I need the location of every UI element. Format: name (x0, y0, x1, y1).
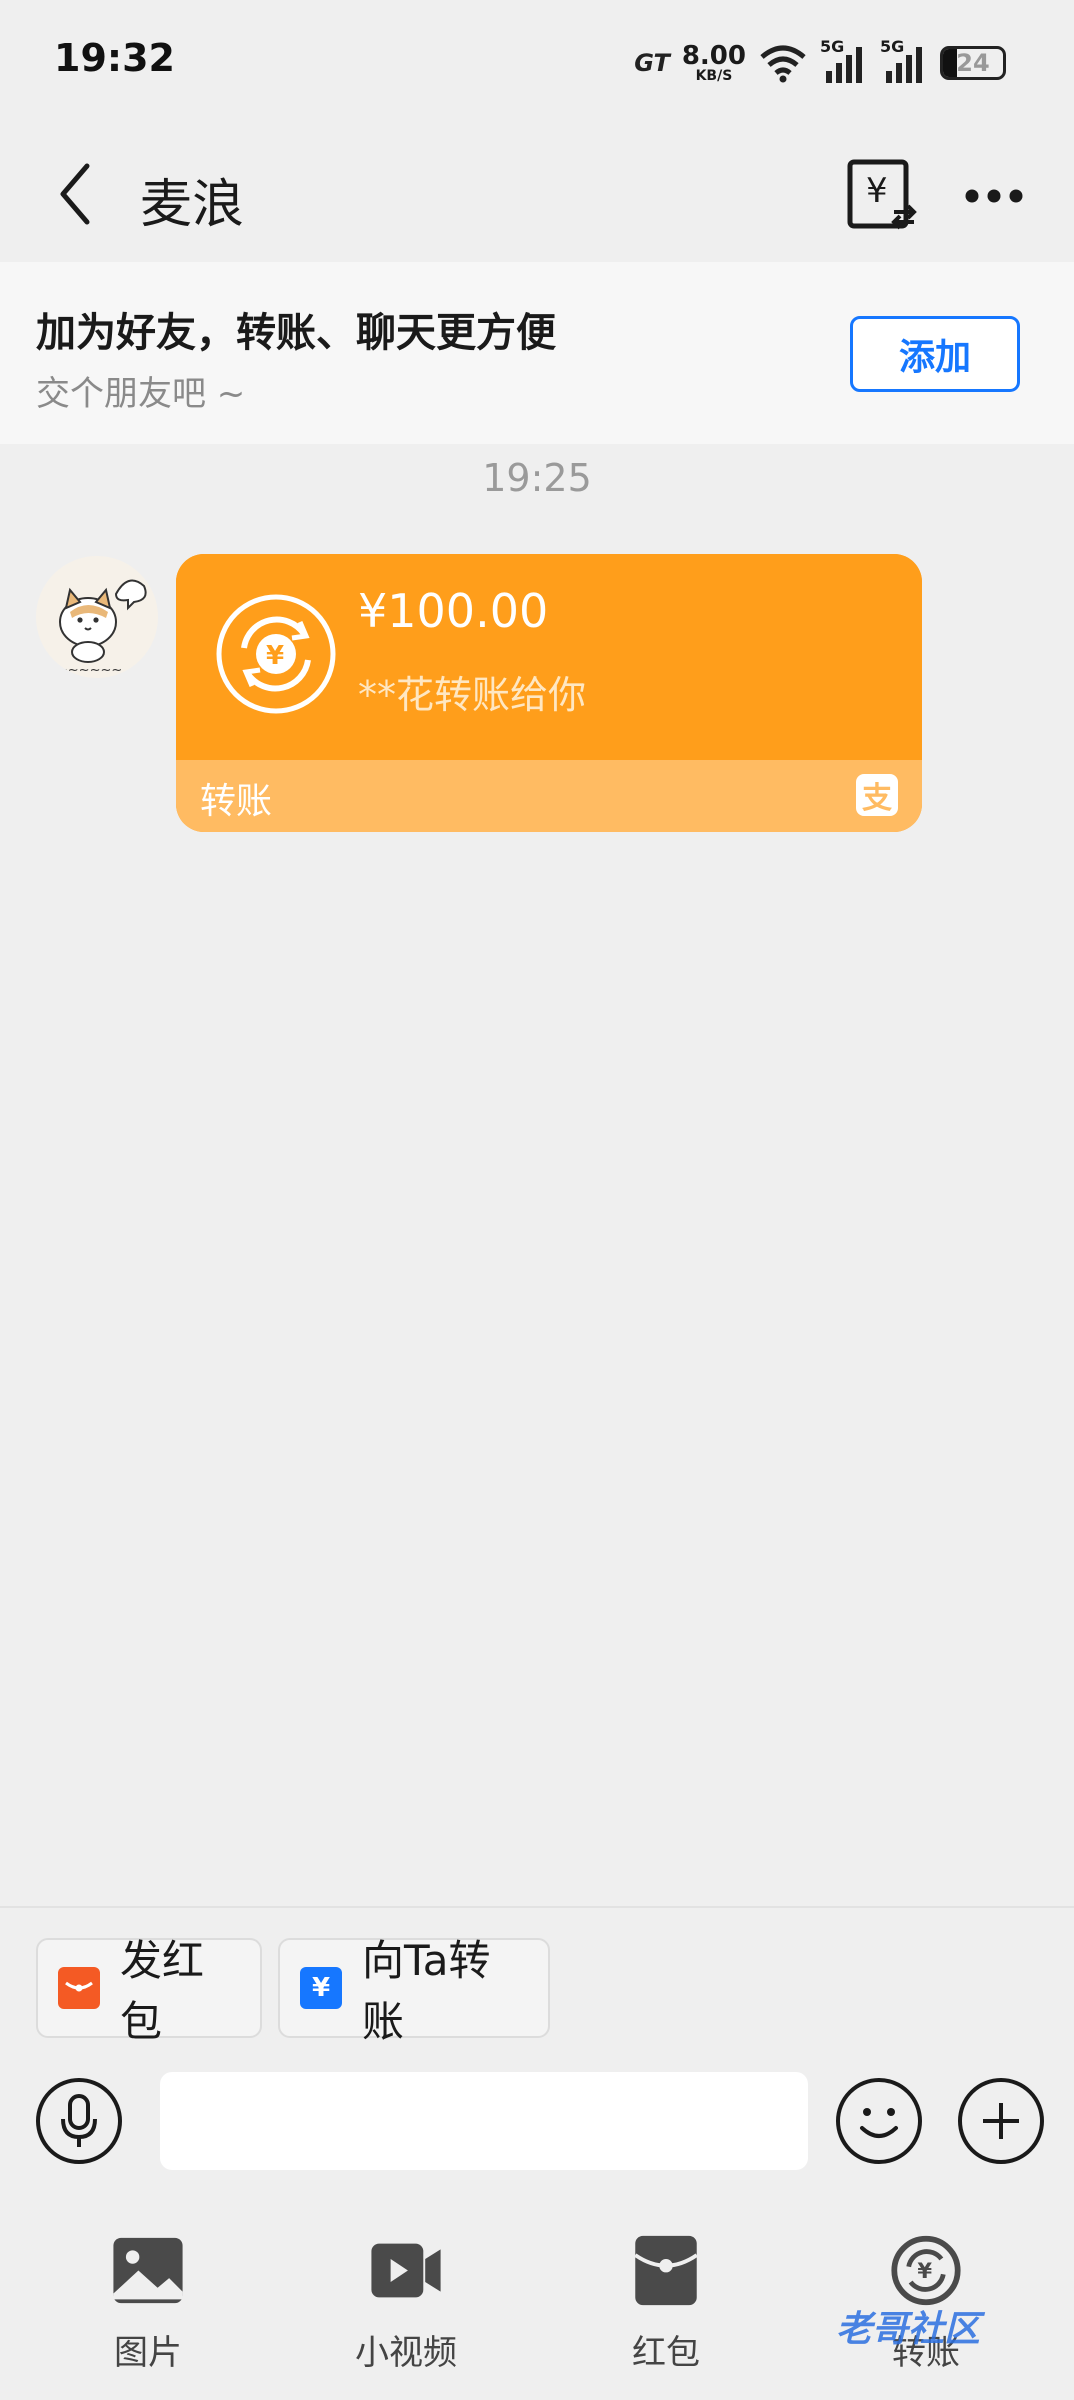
toolbar-image[interactable]: 图片 (68, 2234, 228, 2374)
send-red-envelope-chip[interactable]: 发红包 (36, 1936, 262, 2046)
svg-text:¥: ¥ (866, 171, 888, 211)
add-friend-button[interactable]: 添加 (850, 316, 1020, 392)
cat-avatar-icon: ~~~~~~~ (46, 579, 147, 678)
toolbar-red-envelope-label: 红包 (632, 2333, 700, 2373)
watermark: 老哥社区 (836, 2309, 981, 2350)
wifi-icon (760, 45, 806, 83)
network-speed-unit: KB/S (695, 68, 733, 84)
toolbar-image-label: 图片 (114, 2333, 182, 2373)
transfer-description: **花转账给你 (358, 673, 587, 717)
video-icon (371, 2243, 441, 2298)
transfer-message-card[interactable]: ¥ ¥100.00 **花转账给你 转账 支 (176, 554, 922, 832)
back-button[interactable] (40, 154, 110, 234)
message-input[interactable] (160, 2072, 808, 2170)
battery-icon: 24 (940, 46, 1006, 80)
status-time: 19:32 (54, 36, 175, 80)
status-icons: GT 8.00 KB/S 5G 5G 24 (634, 37, 1006, 88)
bill-button[interactable]: ¥ (842, 156, 922, 236)
transfer-icon: ¥ (216, 594, 336, 714)
toolbar-video[interactable]: 小视频 (326, 2234, 486, 2374)
svg-text:~~~~~~~: ~~~~~~~ (46, 663, 122, 678)
chevron-left-icon (60, 163, 90, 225)
chat-title: 麦浪 (140, 175, 245, 235)
voice-button[interactable] (36, 2078, 122, 2164)
more-actions-button[interactable] (958, 2078, 1044, 2164)
signal-1: 5G (820, 37, 868, 85)
alipay-icon: 支 (856, 774, 898, 816)
transfer-card-body: ¥ ¥100.00 **花转账给你 (176, 554, 922, 760)
transfer-label: 转账 (200, 781, 273, 822)
banner-title: 加为好友，转账、聊天更方便 (36, 310, 556, 356)
smiley-icon (860, 2108, 898, 2138)
red-envelope-icon (634, 2235, 698, 2306)
microphone-icon (61, 2094, 97, 2147)
transfer-amount: ¥100.00 (358, 584, 549, 638)
transfer-card-footer: 转账 支 (176, 760, 922, 832)
red-envelope-icon (58, 1967, 100, 2009)
transfer-to-them-chip[interactable]: ¥ 向Ta转账 (278, 1936, 550, 2046)
status-bar: 19:32 GT 8.00 KB/S 5G 5G 24 (0, 0, 1074, 128)
plus-icon (983, 2103, 1019, 2139)
banner-subtitle: 交个朋友吧 ~ (36, 374, 246, 414)
toolbar-video-label: 小视频 (355, 2333, 457, 2373)
gt-badge: GT (634, 49, 670, 77)
image-icon (113, 2237, 183, 2304)
message-timestamp: 19:25 (482, 456, 592, 500)
network-speed-value: 8.00 (681, 41, 746, 71)
signal-icon (826, 47, 862, 83)
battery-level: 24 (956, 49, 990, 77)
more-button[interactable] (954, 156, 1034, 236)
svg-text:¥: ¥ (266, 641, 284, 671)
bill-icon: ¥ (847, 159, 917, 230)
more-icon (965, 189, 1023, 203)
transfer-icon: ¥ (891, 2235, 961, 2306)
nav-bar: 麦浪 ¥ (0, 128, 1074, 262)
transfer-icon: ¥ (300, 1967, 342, 2009)
svg-text:¥: ¥ (917, 2258, 932, 2283)
emoji-button[interactable] (836, 2078, 922, 2164)
toolbar-red-envelope[interactable]: 红包 (586, 2234, 746, 2374)
add-friend-banner: 加为好友，转账、聊天更方便 交个朋友吧 ~ 添加 (0, 262, 1074, 444)
signal-icon (886, 47, 922, 83)
avatar[interactable]: ~~~~~~~ (36, 556, 158, 678)
signal-2: 5G (880, 37, 928, 85)
transfer-to-them-label: 向Ta转账 (362, 1936, 491, 2046)
network-speed: 8.00 KB/S (682, 43, 746, 83)
send-red-envelope-label: 发红包 (120, 1936, 205, 2046)
